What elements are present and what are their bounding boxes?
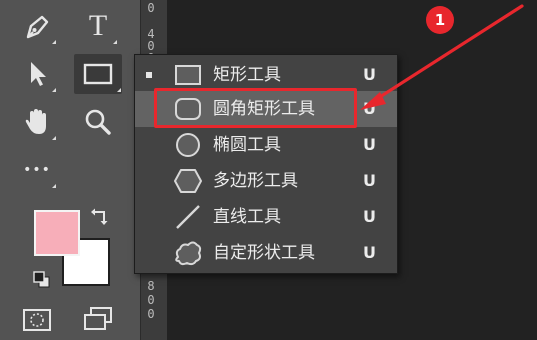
- step-number-badge: 1: [426, 6, 454, 34]
- foreground-color-swatch[interactable]: [34, 210, 80, 256]
- pointer-arrow-annotation: [360, 4, 524, 110]
